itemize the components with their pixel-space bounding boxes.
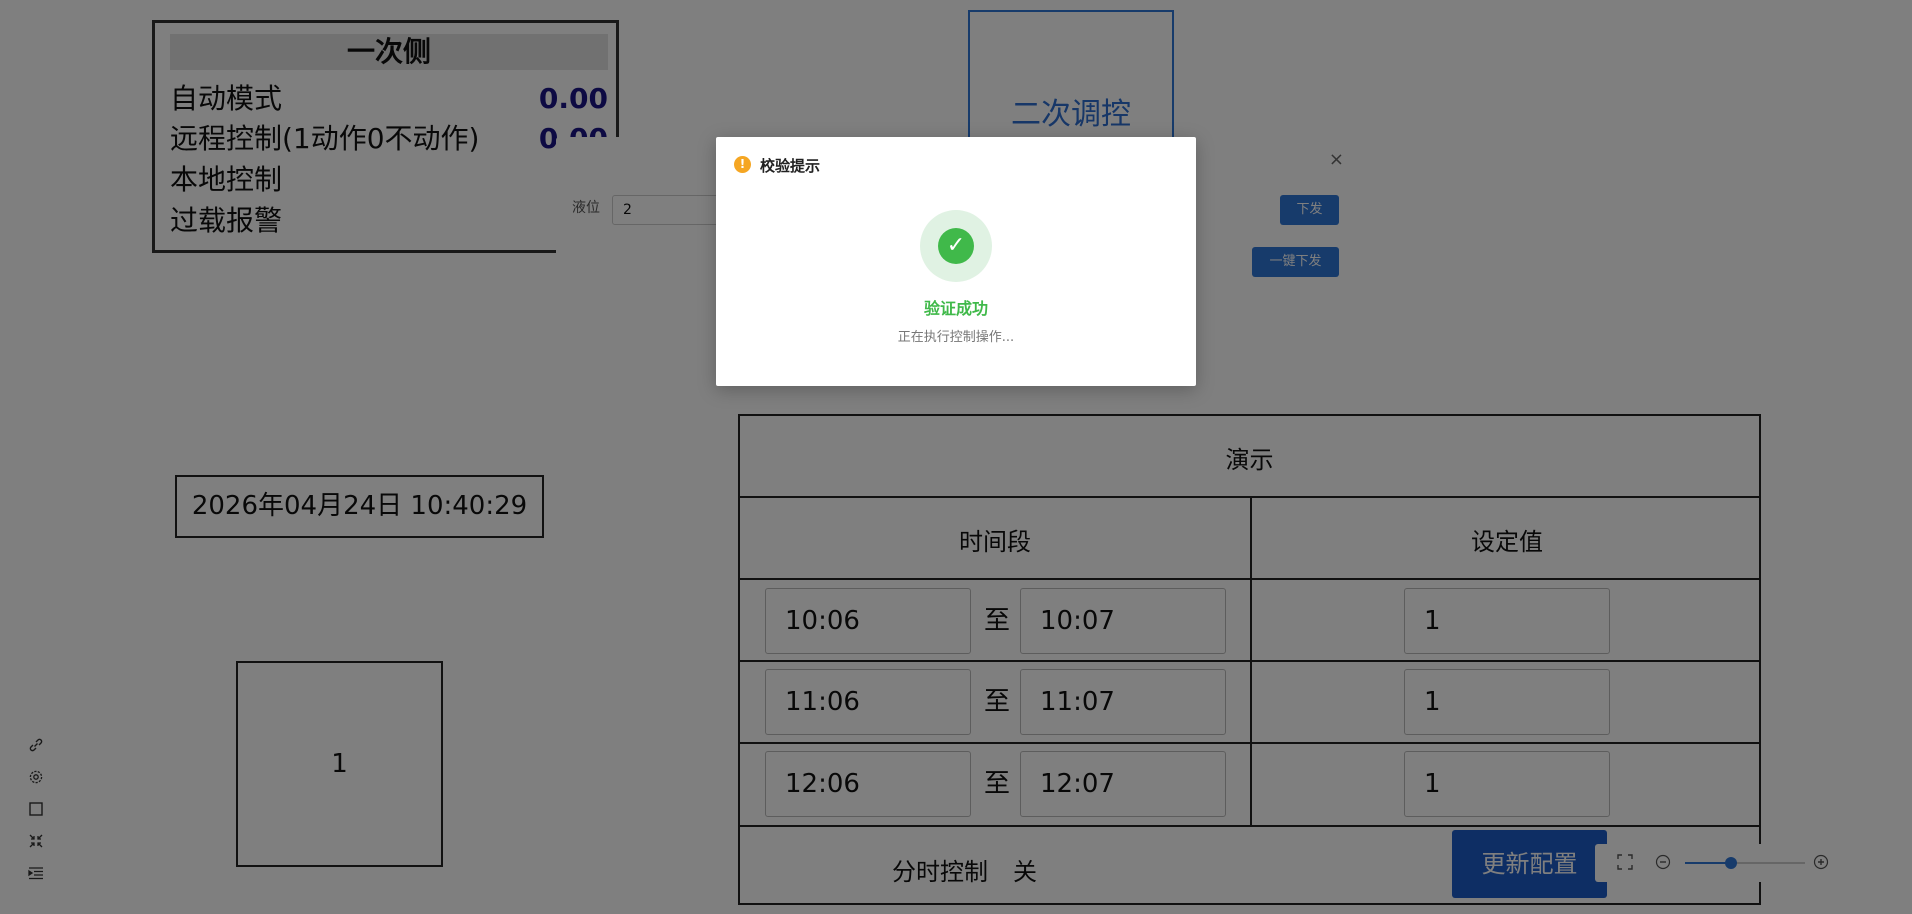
warning-icon: ! <box>734 156 751 173</box>
verification-modal: ! 校验提示 ✓ 验证成功 正在执行控制操作... <box>716 137 1196 386</box>
verification-status: 验证成功 <box>923 299 988 318</box>
check-icon: ✓ <box>938 228 974 264</box>
success-icon-ring: ✓ <box>920 210 992 282</box>
modal-title: 校验提示 <box>760 157 821 175</box>
verification-message: 正在执行控制操作... <box>897 330 1015 345</box>
